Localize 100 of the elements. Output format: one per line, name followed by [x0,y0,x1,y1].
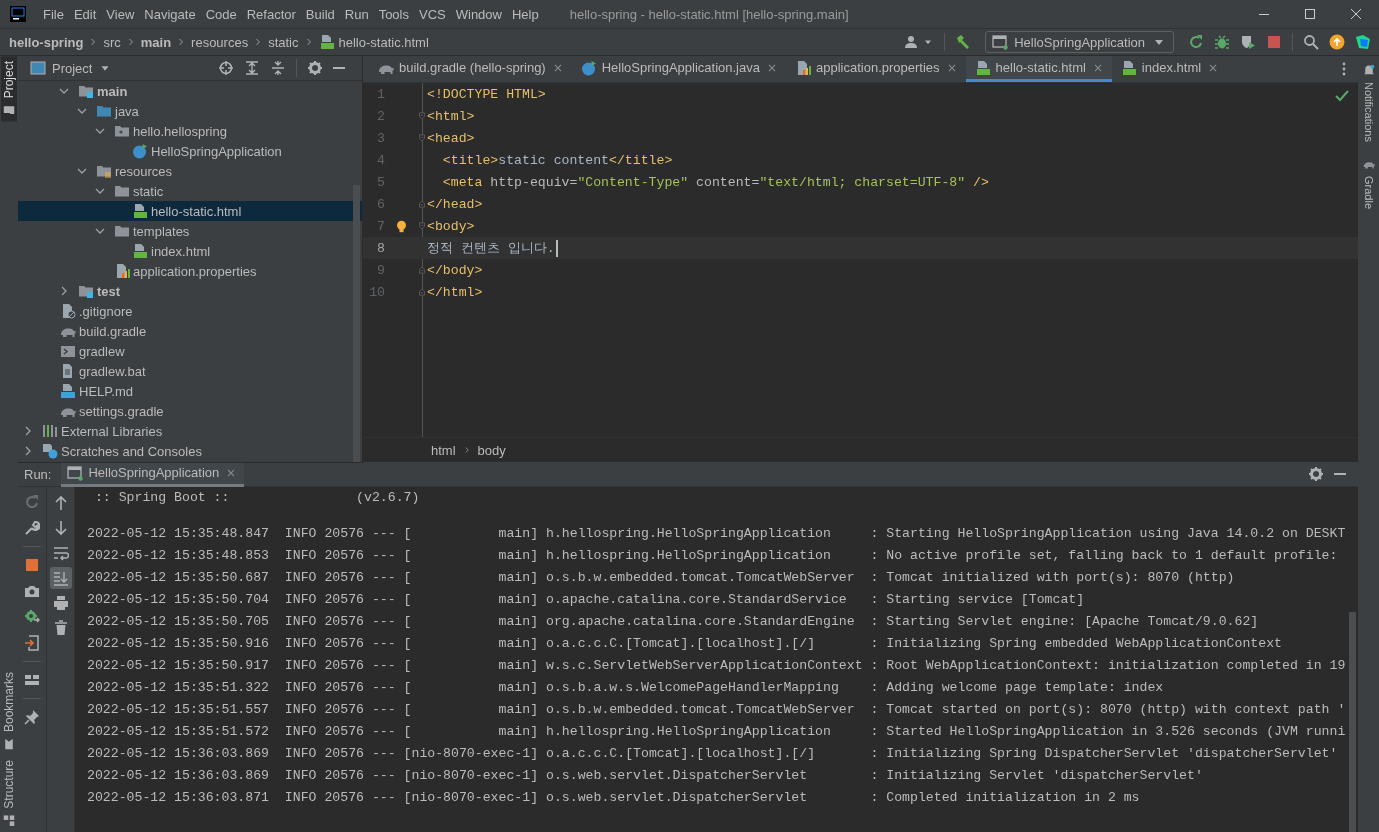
tree-item[interactable]: resources [18,161,362,181]
tree-item[interactable]: main [18,81,362,101]
gear-icon[interactable] [24,609,40,625]
print-icon[interactable] [52,595,69,611]
project-view-dropdown[interactable]: Project [30,60,113,76]
camera-icon[interactable] [24,583,40,599]
stop-icon[interactable] [24,557,40,573]
window-icon [67,464,84,481]
editor-tab[interactable]: HelloSpringApplication.java [571,56,786,82]
exit-icon[interactable] [24,635,40,651]
tool-window-button[interactable]: Bookmarks [1,667,17,756]
fold-marker-icon[interactable] [417,221,427,231]
editor-tab[interactable]: index.html [1111,56,1228,82]
line-number: 6 [376,196,385,212]
menu-item[interactable]: Window [450,3,507,25]
tree-item[interactable]: HELP.md [18,381,362,401]
menu-item[interactable]: Tools [373,3,414,25]
tree-item[interactable]: HelloSpringApplication [18,141,362,161]
console-line: 2022-05-12 15:35:50.704 INFO 20576 --- [ main] o.apache.catalina.core.StandardService : Starting service [Tomcat] [87,591,1086,609]
minimize-icon[interactable] [333,67,346,69]
bulb-icon[interactable] [395,219,408,233]
pin-icon[interactable] [24,709,40,725]
layout-icon[interactable] [24,672,40,688]
rerun-icon[interactable] [24,494,40,510]
breadcrumb[interactable]: main [139,34,173,50]
menu-item[interactable]: Run [339,3,374,25]
tree-item[interactable]: hello-static.html [18,201,362,221]
menu-item[interactable]: File [38,3,69,25]
source-folder-icon [78,283,94,299]
menu-item[interactable]: Code [200,3,242,25]
menu-item[interactable]: Edit [68,3,102,25]
breadcrumb[interactable]: resources [190,34,250,50]
settings-icon[interactable] [1308,466,1324,482]
tree-item[interactable]: application.properties [18,261,362,281]
fold-marker-icon[interactable] [417,287,427,297]
arrow-up-circle-icon[interactable] [1329,34,1345,50]
editor-tab[interactable]: build.gradle (hello-spring) [369,56,572,82]
tree-item[interactable]: External Libraries [18,421,362,441]
hammer-icon[interactable] [955,34,972,50]
menu-item[interactable]: Refactor [241,3,301,25]
editor-tab[interactable]: application.properties [785,56,966,82]
bug-icon[interactable] [1214,34,1230,50]
resources-folder-icon [96,163,112,179]
tree-item[interactable]: build.gradle [18,321,362,341]
breadcrumb[interactable]: src [102,34,122,50]
tree-item[interactable]: test [18,281,362,301]
fold-marker-icon[interactable] [417,111,427,121]
breadcrumb[interactable]: html [431,442,456,458]
trash-icon[interactable] [52,620,69,636]
settings-icon[interactable] [307,60,324,76]
breadcrumb[interactable]: hello-static.html [317,34,430,50]
tree-item[interactable]: gradlew.bat [18,361,362,381]
crosshair-icon[interactable] [218,60,235,76]
folder-icon [114,223,130,239]
tree-item[interactable]: java [18,101,362,121]
app-logo-icon[interactable] [10,6,26,22]
menu-item[interactable]: Help [506,3,544,25]
code-line: </body> [427,262,483,278]
run-tab[interactable]: HelloSpringApplication [61,461,245,487]
wrench-icon[interactable] [24,520,40,536]
menu-item[interactable]: VCS [414,3,451,25]
shield-icon[interactable] [1240,34,1256,50]
package-icon [114,123,130,139]
breadcrumb[interactable]: static [267,34,300,50]
run-config-dropdown[interactable]: HelloSpringApplication [985,31,1174,53]
soft-wrap-icon[interactable] [52,545,69,561]
tree-item[interactable]: settings.gradle [18,401,362,421]
bookmark-icon [3,738,15,751]
fold-marker-icon[interactable] [417,199,427,209]
console-line: 2022-05-12 15:36:03.869 INFO 20576 --- [nio-8070-exec-1] o.a.c.c.C.[Tomcat].[localhost].[/] : Initializing Spring DispatcherServlet 'dispatcherServlet' [87,745,1339,763]
tree-item[interactable]: index.html [18,241,362,261]
tree-item[interactable]: gradlew [18,341,362,361]
stop-icon[interactable] [1266,34,1282,50]
breadcrumb[interactable]: body [477,442,506,458]
fold-marker-icon[interactable] [417,133,427,143]
search-icon[interactable] [1303,34,1319,50]
menu-item[interactable]: View [101,3,140,25]
menu-item[interactable]: Build [300,3,340,25]
expand-all-icon[interactable] [244,60,261,76]
scrollbar-thumb[interactable] [1349,612,1356,832]
tool-window-button[interactable]: Project [1,56,17,122]
markdown-file-icon [60,383,76,399]
tree-item[interactable]: static [18,181,362,201]
tool-window-button[interactable]: Structure [1,755,17,832]
arrow-down-icon[interactable] [52,520,69,536]
rerun-icon[interactable] [1188,34,1204,50]
tree-item[interactable]: hello.hellospring [18,121,362,141]
tree-item[interactable]: templates [18,221,362,241]
breadcrumb[interactable]: hello-spring [8,34,85,50]
fold-marker-icon[interactable] [417,265,427,275]
scroll-to-end-icon[interactable] [52,570,69,586]
collapse-all-icon[interactable] [270,60,287,76]
code-line: 정적 컨텐츠 입니다. [427,240,555,257]
tool-window-button[interactable]: Notifications [1360,56,1377,150]
tool-window-button[interactable]: Gradle [1360,149,1377,217]
menu-item[interactable]: Navigate [139,3,201,25]
tree-item[interactable]: .gitignore [18,301,362,321]
scrollbar-thumb[interactable] [353,185,360,462]
tree-item[interactable]: Scratches and Consoles [18,441,362,461]
editor-tab[interactable]: hello-static.html [965,56,1112,82]
